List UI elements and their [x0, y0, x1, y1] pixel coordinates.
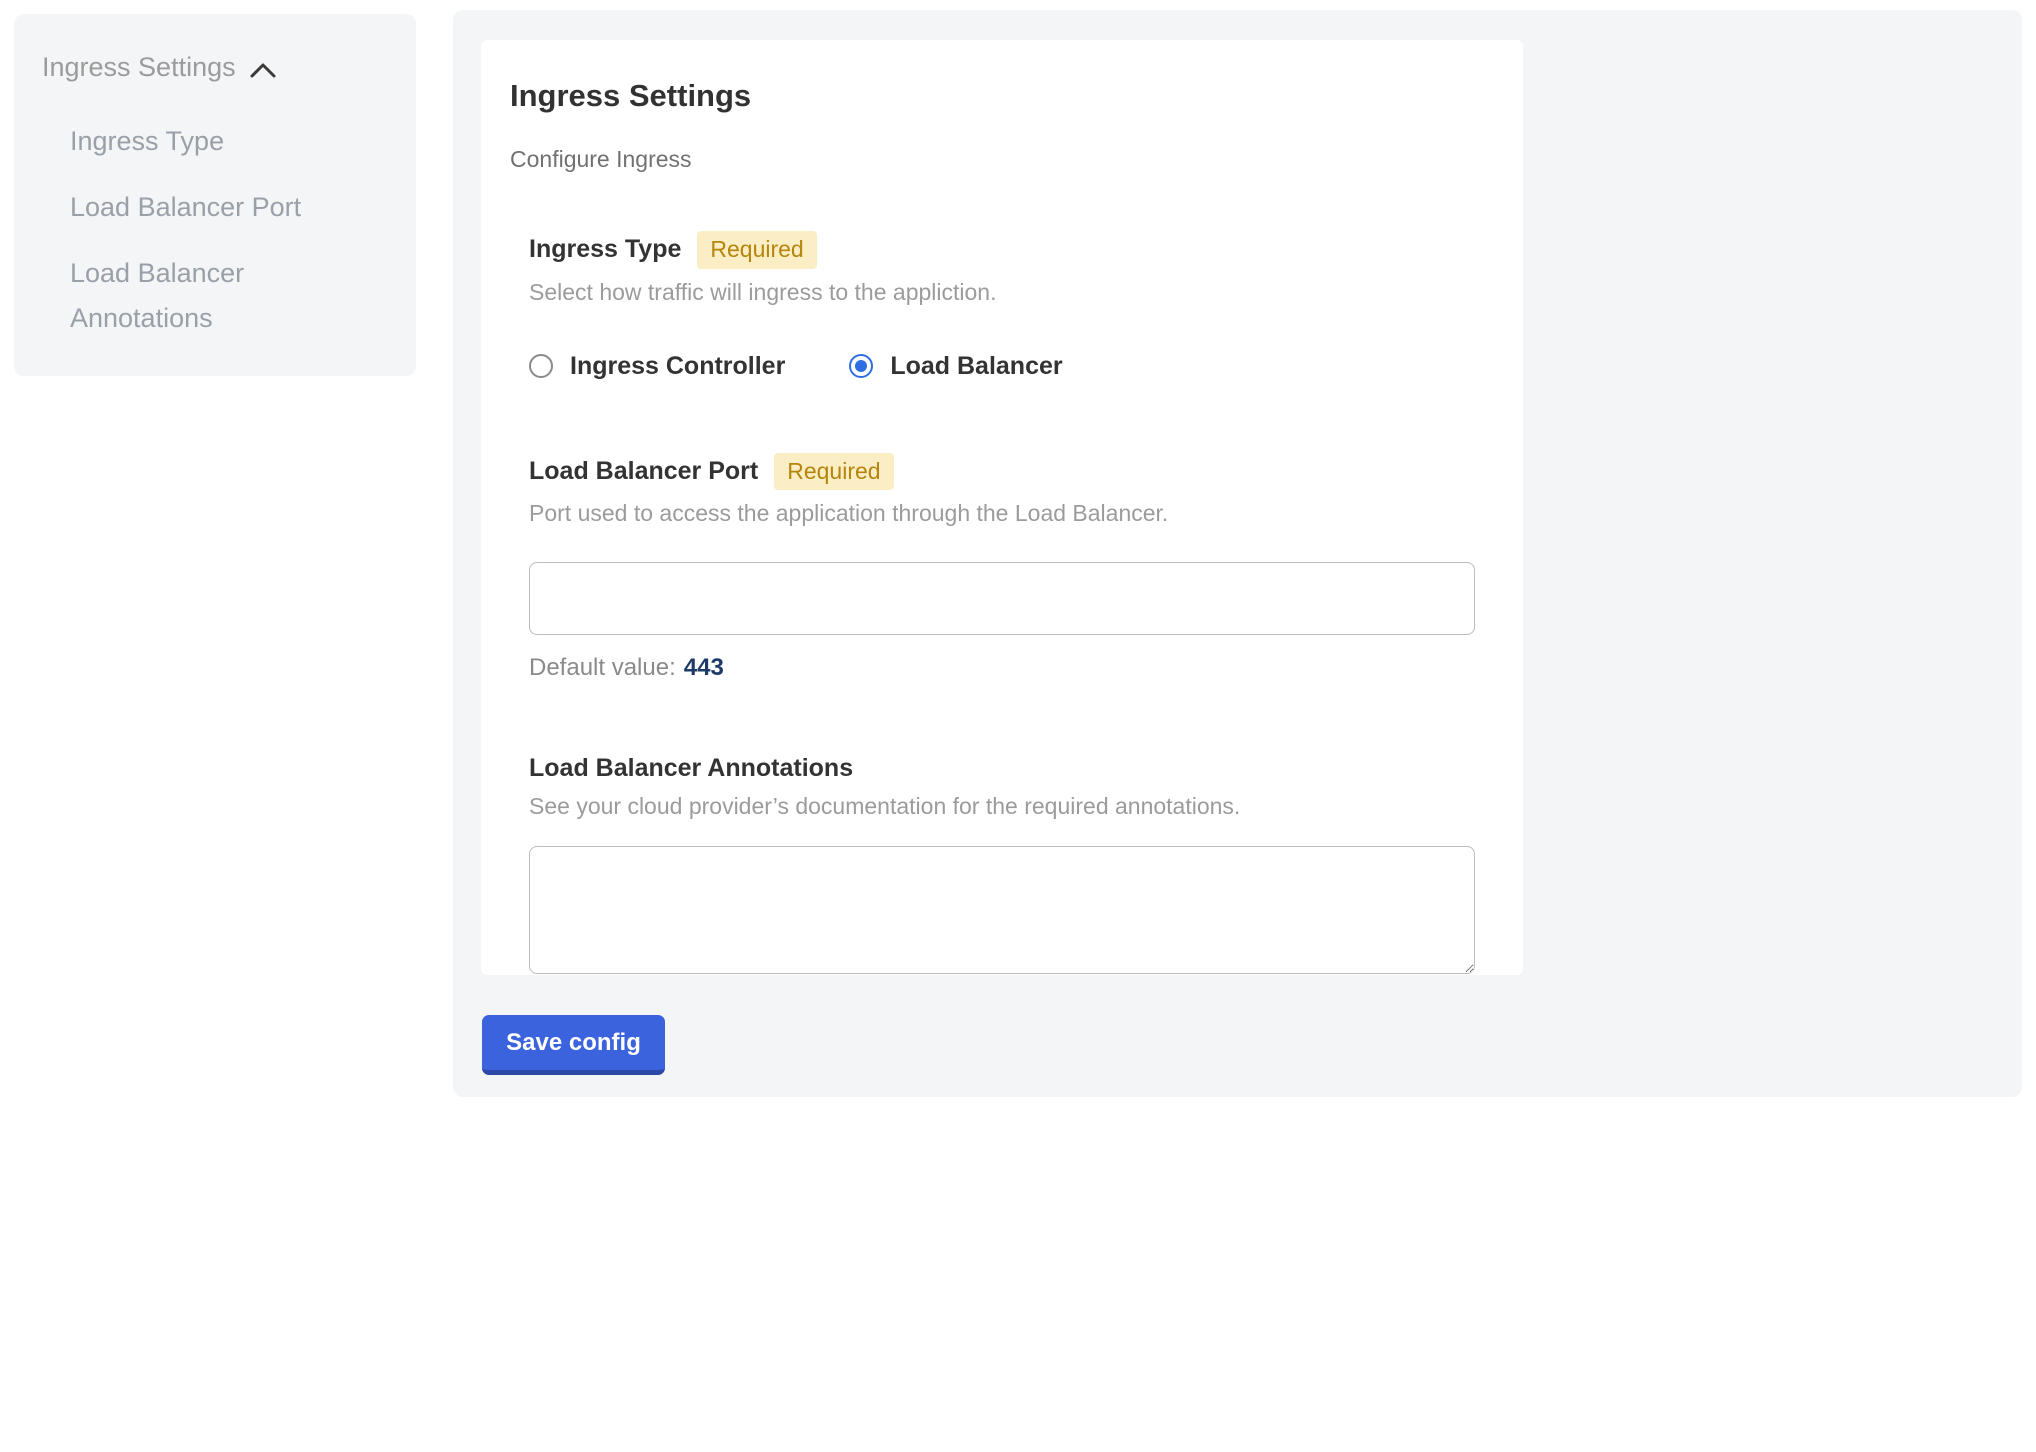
ingress-type-help-text: Select how traffic will ingress to the a…	[529, 277, 1475, 308]
radio-option-ingress-controller[interactable]: Ingress Controller	[529, 352, 785, 381]
default-value-line: Default value: 443	[529, 654, 1475, 682]
page-title: Ingress Settings	[510, 78, 1494, 114]
sidebar-item-load-balancer-annotations[interactable]: Load Balancer Annotations	[70, 251, 370, 341]
load-balancer-port-input[interactable]	[529, 562, 1475, 635]
field-label-row: Ingress Type Required	[529, 231, 1475, 269]
ingress-type-radio-group: Ingress Controller Load Balancer	[529, 352, 1475, 381]
default-value-label: Default value:	[529, 654, 676, 681]
field-ingress-type: Ingress Type Required Select how traffic…	[529, 231, 1475, 381]
config-main-panel: Ingress Settings Configure Ingress Ingre…	[453, 10, 2022, 1097]
load-balancer-annotations-textarea[interactable]	[529, 846, 1475, 974]
sidebar-item-ingress-type[interactable]: Ingress Type	[70, 119, 370, 164]
required-badge: Required	[697, 231, 816, 269]
radio-option-load-balancer[interactable]: Load Balancer	[849, 352, 1062, 381]
sidebar-item-load-balancer-port[interactable]: Load Balancer Port	[70, 185, 370, 230]
ingress-type-label: Ingress Type	[529, 235, 681, 264]
field-load-balancer-annotations: Load Balancer Annotations See your cloud…	[529, 754, 1475, 974]
field-label-row: Load Balancer Annotations	[529, 754, 1475, 783]
field-label-row: Load Balancer Port Required	[529, 453, 1475, 491]
save-config-button[interactable]: Save config	[482, 1015, 665, 1075]
radio-selected-icon[interactable]	[849, 354, 873, 378]
load-balancer-port-label: Load Balancer Port	[529, 457, 758, 486]
page-subtitle: Configure Ingress	[510, 146, 1494, 173]
radio-label-ingress-controller: Ingress Controller	[570, 352, 785, 381]
chevron-up-icon	[250, 62, 276, 78]
load-balancer-annotations-label: Load Balancer Annotations	[529, 754, 853, 783]
field-load-balancer-port: Load Balancer Port Required Port used to…	[529, 453, 1475, 683]
ingress-settings-card: Ingress Settings Configure Ingress Ingre…	[481, 40, 1523, 975]
sidebar-group-label: Ingress Settings	[42, 52, 236, 83]
config-screen: Ingress Settings Ingress Type Load Balan…	[0, 0, 2036, 1452]
radio-unselected-icon[interactable]	[529, 354, 553, 378]
load-balancer-annotations-help-text: See your cloud provider’s documentation …	[529, 791, 1475, 822]
default-value: 443	[684, 654, 724, 681]
load-balancer-port-help-text: Port used to access the application thro…	[529, 498, 1475, 529]
required-badge: Required	[774, 453, 893, 491]
sidebar-group-ingress-settings[interactable]: Ingress Settings	[42, 52, 388, 83]
config-nav-sidebar: Ingress Settings Ingress Type Load Balan…	[14, 14, 416, 376]
radio-label-load-balancer: Load Balancer	[890, 352, 1062, 381]
